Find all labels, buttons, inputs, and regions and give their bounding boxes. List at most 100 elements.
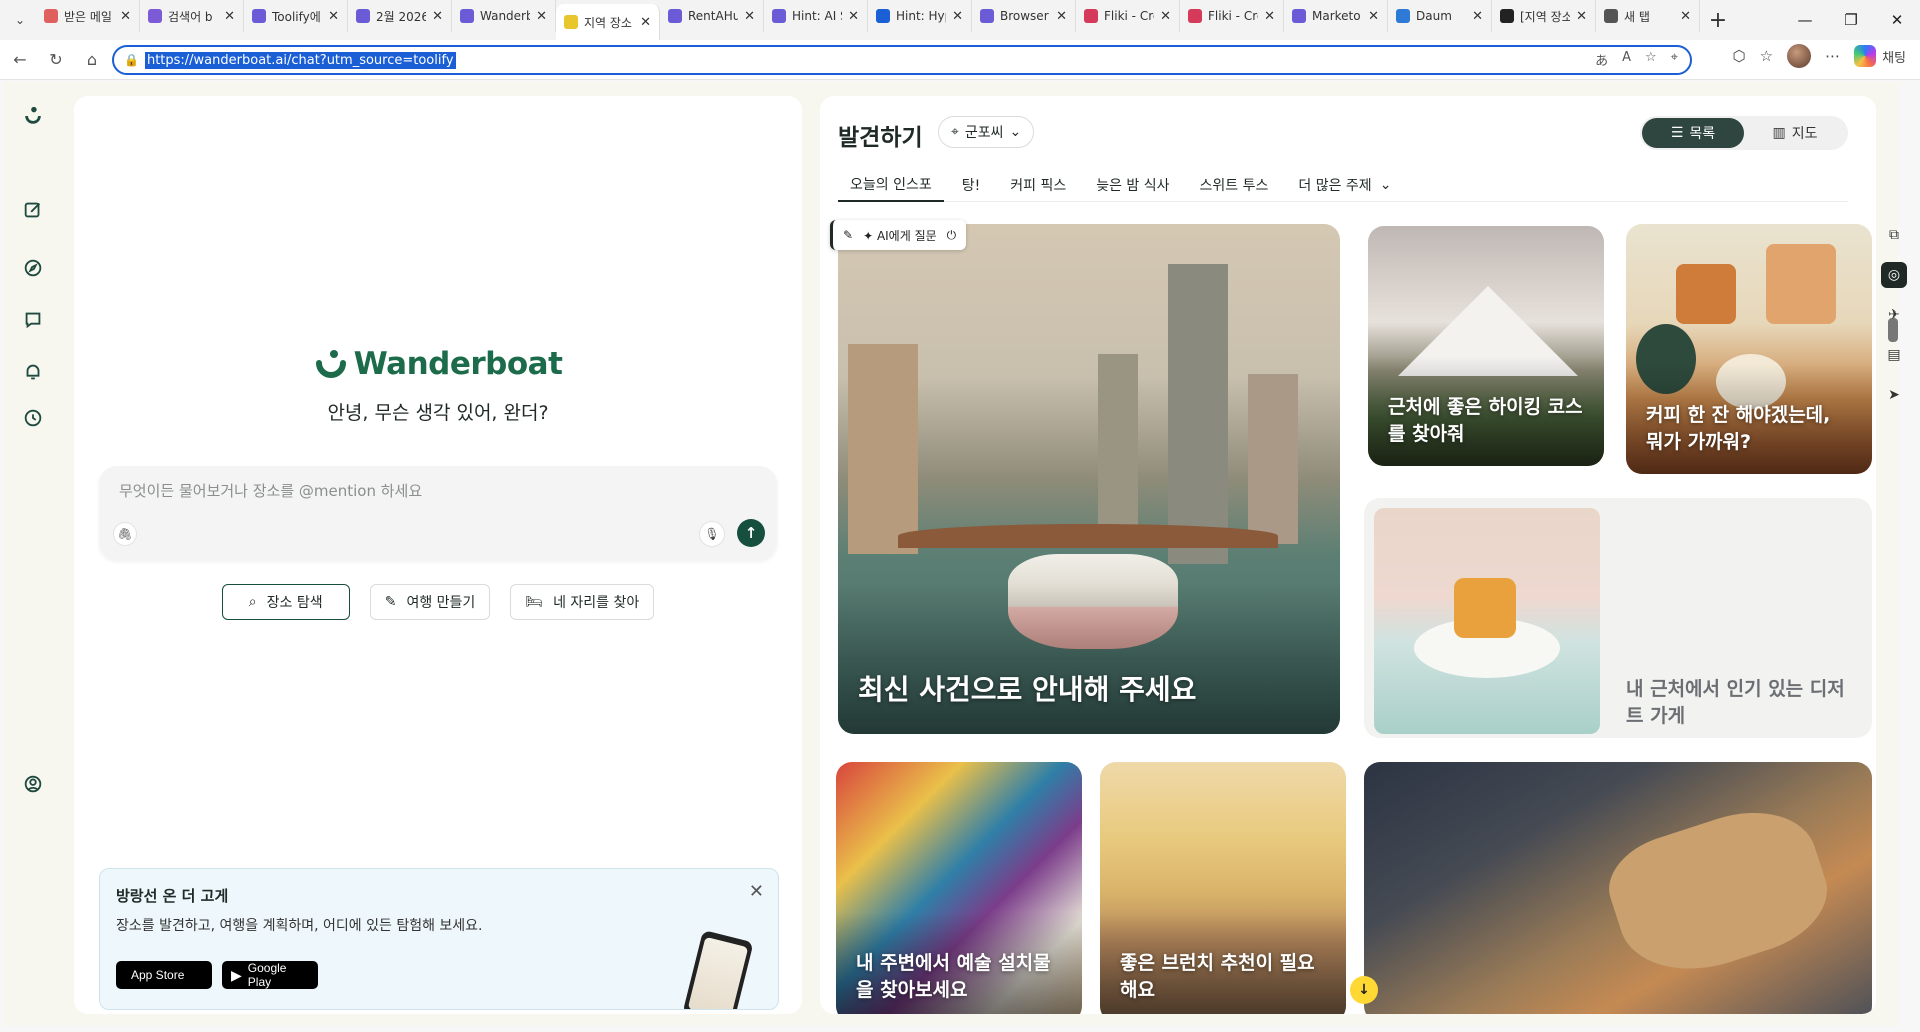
close-window-icon[interactable]: ✕ [1874,0,1920,40]
back-icon[interactable]: ← [4,44,36,76]
favorite-star-icon[interactable]: ☆ [1645,50,1657,69]
power-icon[interactable]: ⏻ [947,228,957,243]
tab-close-icon[interactable]: ✕ [1368,9,1379,24]
tab-today-inspo[interactable]: 오늘의 인스포 [838,168,944,202]
refresh-icon[interactable]: ↻ [40,44,72,76]
location-selector[interactable]: ⌖ 군포씨 ⌄ [938,116,1035,148]
explore-compass-icon[interactable] [17,252,49,284]
tab-close-icon[interactable]: ✕ [536,9,547,24]
find-stay-chip[interactable]: 🛏 네 자리를 찾아 [510,584,655,620]
browser-tab[interactable]: Hint: AI S ✕ [764,0,868,32]
card-seafood[interactable] [1364,762,1872,1014]
copy-icon[interactable]: ⧉ [1881,222,1907,248]
card-hiking[interactable]: 근처에 좋은 하이킹 코스를 찾아줘 [1368,226,1604,466]
tab-close-icon[interactable]: ✕ [744,9,755,24]
ai-ask-button[interactable]: ✦ AI에게 질문 [863,227,937,244]
new-tab-button[interactable]: + [1700,8,1736,33]
tab-more-topics[interactable]: 더 많은 주제 ⌄ [1286,168,1403,202]
chat-input[interactable]: 무엇이든 물어보거나 장소를 @mention 하세요 [119,480,422,501]
edit-icon[interactable]: ✎ [843,228,853,242]
browser-tab[interactable]: Toolify에 ✕ [244,0,348,32]
tab-late-night[interactable]: 늦은 밤 식사 [1084,168,1181,202]
tab-close-icon[interactable]: ✕ [328,9,339,24]
tab-close-icon[interactable]: ✕ [1264,9,1275,24]
scroll-down-button[interactable]: ↓ [1350,976,1378,1004]
target-icon[interactable]: ◎ [1881,262,1907,288]
wanderboat-logo-icon[interactable] [17,100,49,132]
browser-tab[interactable]: 2월 2026 ✕ [348,0,452,32]
google-play-button[interactable]: ▶ Google Play [222,961,318,989]
map-view-button[interactable]: ▥ 지도 [1744,118,1846,148]
browser-tab[interactable]: 새 탭 ✕ [1596,0,1700,32]
bread-shape [1597,792,1841,992]
tab-coffee-picks[interactable]: 커피 픽스 [998,168,1078,202]
notes-icon[interactable]: ▤ [1881,342,1907,368]
notifications-bell-icon[interactable] [17,356,49,388]
tab-close-icon[interactable]: ✕ [432,9,443,24]
tab-close-icon[interactable]: ✕ [1160,9,1171,24]
pencil-icon: ✎ [384,594,397,610]
card-art[interactable]: 내 주변에서 예술 설치물을 찾아보세요 [836,762,1082,1014]
microphone-icon[interactable]: 🎙 [699,521,725,547]
tab-tang[interactable]: 탕! [950,168,993,202]
tab-close-icon[interactable]: ✕ [120,9,131,24]
browser-tab[interactable]: Daum ✕ [1388,0,1492,32]
new-chat-icon[interactable] [17,194,49,226]
tab-close-icon[interactable]: ✕ [952,9,963,24]
card-latest-events[interactable]: 최신 사건으로 안내해 주세요 [838,224,1340,734]
card-dessert[interactable]: 내 근처에서 인기 있는 디저트 가게 [1364,498,1872,738]
more-menu-icon[interactable]: ⋯ [1825,47,1840,65]
browser-tab[interactable]: RentAHu ✕ [660,0,764,32]
browser-tab[interactable]: [지역 장소 ✕ [1492,0,1596,32]
attach-icon[interactable]: 🖇 [113,522,137,546]
app-store-button[interactable]: App Store [116,961,212,989]
restore-icon[interactable]: ❐ [1828,0,1874,40]
wanderboat-mark-icon [315,350,346,378]
chats-icon[interactable] [17,304,49,336]
history-icon[interactable] [17,402,49,434]
tab-close-icon[interactable]: ✕ [640,15,651,30]
tools-icon[interactable]: ✈ [1881,302,1907,328]
chat-input-box[interactable]: 무엇이든 물어보거나 장소를 @mention 하세요 🖇 🎙 ↑ [99,466,777,560]
list-view-button[interactable]: ☰ 목록 [1642,118,1744,148]
browser-tab[interactable]: 지역 장소 ✕ [556,4,660,40]
tab-close-icon[interactable]: ✕ [1472,9,1483,24]
tab-close-icon[interactable]: ✕ [848,9,859,24]
building-shape [848,344,918,554]
read-aloud-icon[interactable]: A [1622,50,1631,69]
tab-actions-icon[interactable]: ⌄ [4,4,36,36]
card-coffee[interactable]: 커피 한 잔 해야겠는데, 뭐가 가까워? [1626,224,1872,474]
tab-close-icon[interactable]: ✕ [224,9,235,24]
browser-tab[interactable]: Marketo ✕ [1284,0,1388,32]
extensions-icon[interactable]: ⬡ [1733,47,1746,65]
lock-icon[interactable]: 🔒 [124,53,139,67]
url-text[interactable]: https://wanderboat.ai/chat?utm_source=to… [144,51,456,69]
send-icon[interactable]: ➤ [1881,382,1907,408]
tab-close-icon[interactable]: ✕ [1680,9,1691,24]
home-icon[interactable]: ⌂ [76,44,108,76]
translate-icon[interactable]: あ [1595,50,1608,69]
browser-tab[interactable]: 검색어 b ✕ [140,0,244,32]
tab-sweet-tooth[interactable]: 스위트 투스 [1188,168,1281,202]
close-icon[interactable]: ✕ [749,881,764,902]
account-icon[interactable] [17,768,49,800]
browser-tab[interactable]: Browser ✕ [972,0,1076,32]
browser-tab[interactable]: Fliki - Cre ✕ [1180,0,1284,32]
browser-tab[interactable]: Fliki - Cre ✕ [1076,0,1180,32]
make-trip-chip[interactable]: ✎ 여행 만들기 [369,584,491,620]
left-rail [4,82,62,1026]
location-icon[interactable]: ⌖ [1671,50,1678,69]
profile-avatar[interactable] [1787,44,1812,68]
minimize-icon[interactable]: — [1782,0,1828,40]
browser-tab[interactable]: 받은 메일 ✕ [36,0,140,32]
tab-close-icon[interactable]: ✕ [1576,9,1587,24]
explore-places-chip[interactable]: ⌕ 장소 탐색 [221,584,350,620]
send-button[interactable]: ↑ [737,519,765,547]
address-bar[interactable]: 🔒 https://wanderboat.ai/chat?utm_source=… [112,45,1692,75]
card-brunch[interactable]: 좋은 브런치 추천이 필요해요 [1100,762,1346,1014]
browser-tab[interactable]: Hint: Hyp ✕ [868,0,972,32]
favorites-icon[interactable]: ☆ [1760,47,1773,65]
browser-tab[interactable]: Wanderb ✕ [452,0,556,32]
tab-close-icon[interactable]: ✕ [1056,9,1067,24]
copilot-button[interactable]: 채팅 [1854,45,1906,67]
